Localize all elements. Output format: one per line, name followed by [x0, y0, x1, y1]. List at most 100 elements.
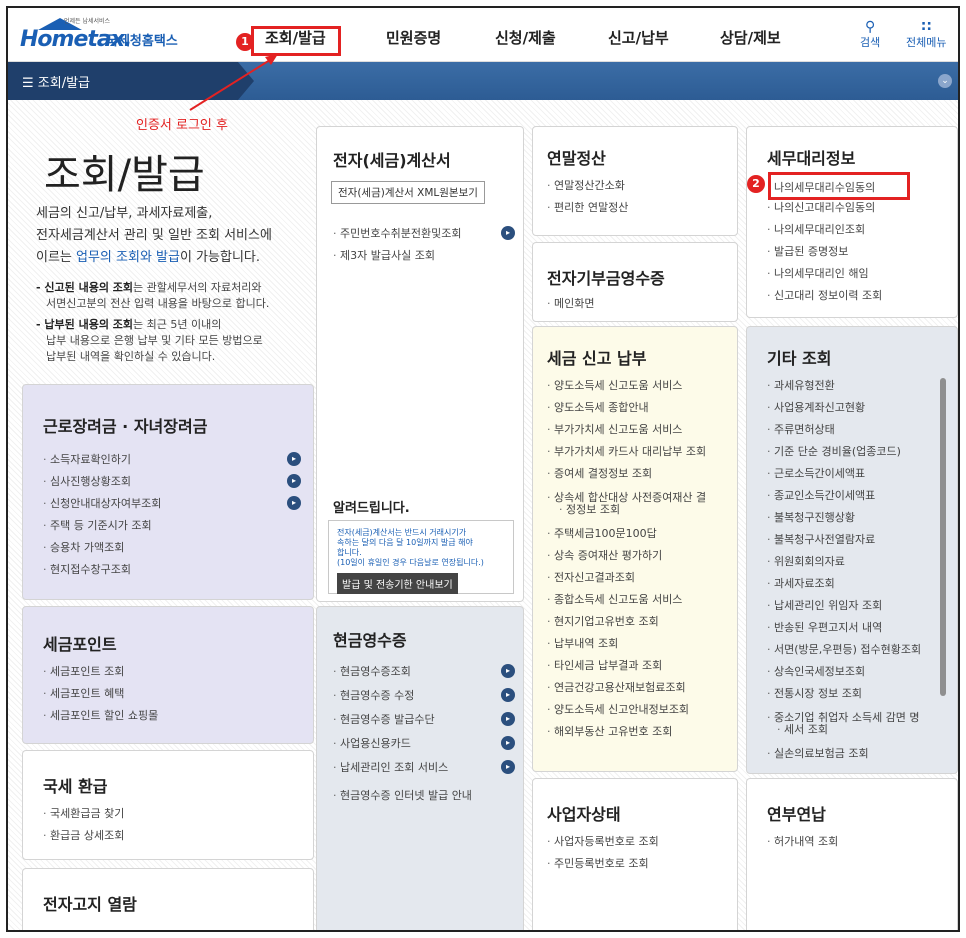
- list-item[interactable]: 납세관리인 위임자 조회: [767, 597, 882, 613]
- arrow-right-icon[interactable]: ▸: [287, 452, 301, 466]
- notice-box: 전자(세금)계산서는 반드시 거래시기가 속하는 달의 다음 달 10일까지 발…: [328, 520, 514, 594]
- card-title-installment: 연부연납: [767, 805, 826, 824]
- note-1-bold: - 신고된 내용의 조회: [36, 281, 134, 294]
- card-tax-report: 세금 신고 납부 양도소득세 신고도움 서비스 양도소득세 종합안내 부가가치세…: [532, 326, 738, 772]
- list-item[interactable]: 부가가치세 카드사 대리납부 조회: [547, 443, 706, 459]
- list-item[interactable]: 종교인소득간이세액표: [767, 487, 875, 503]
- notice-title: 알려드립니다.: [333, 501, 410, 516]
- list-item[interactable]: 환급금 상세조회: [43, 827, 124, 843]
- list-item[interactable]: 전통시장 정보 조회: [767, 685, 862, 701]
- list-item[interactable]: 신청안내대상자여부조회: [43, 495, 161, 511]
- list-item[interactable]: 실손의료보험금 조회: [767, 745, 869, 761]
- list-item[interactable]: 사업자등록번호로 조회: [547, 833, 659, 849]
- list-item[interactable]: 증여세 결정정보 조회: [547, 465, 652, 481]
- list-item[interactable]: 근로소득간이세액표: [767, 465, 865, 481]
- note-1-text: 는 관할세무서의 자료처리와: [133, 281, 262, 294]
- list-item[interactable]: 허가내역 조회: [767, 833, 838, 849]
- arrow-right-icon[interactable]: ▸: [501, 664, 515, 678]
- list-item[interactable]: 과세유형전환: [767, 377, 835, 393]
- list-item[interactable]: 사업용신용카드: [333, 735, 411, 751]
- list-item[interactable]: 주택세금100문100답: [547, 525, 657, 541]
- arrow-right-icon[interactable]: ▸: [501, 760, 515, 774]
- list-item[interactable]: 양도소득세 신고도움 서비스: [547, 377, 682, 393]
- list-item[interactable]: 발급된 증명정보: [767, 243, 848, 259]
- list-item[interactable]: 현금영수증 발급수단: [333, 711, 435, 727]
- hero-desc-3a: 이르는: [36, 250, 77, 265]
- list-item[interactable]: 연말정산간소화: [547, 177, 625, 193]
- arrow-right-icon[interactable]: ▸: [287, 496, 301, 510]
- list-item[interactable]: 납세관리인 조회 서비스: [333, 759, 448, 775]
- card-title-tax-agent: 세무대리정보: [767, 149, 856, 168]
- list-item[interactable]: 종합소득세 신고도움 서비스: [547, 591, 682, 607]
- list-item[interactable]: 주민등록번호로 조회: [547, 855, 649, 871]
- list-item[interactable]: 메인화면: [547, 295, 594, 311]
- list-item[interactable]: 기준 단순 경비율(업종코드): [767, 443, 901, 459]
- list-item[interactable]: 과세자료조회: [767, 575, 835, 591]
- list-item[interactable]: 세금포인트 할인 쇼핑몰: [43, 707, 158, 723]
- list-item[interactable]: 위원회회의자료: [767, 553, 845, 569]
- card-title-donation: 전자기부금영수증: [547, 269, 665, 288]
- list-item[interactable]: 현금영수증 인터넷 발급 안내: [333, 787, 472, 803]
- list-item[interactable]: 서면(방문,우편등) 접수현황조회: [767, 641, 921, 657]
- card-title-cash-receipt: 현금영수증: [333, 631, 407, 650]
- list-item[interactable]: 나의세무대리인 해임: [767, 265, 869, 281]
- arrow-right-icon[interactable]: ▸: [501, 736, 515, 750]
- deadline-guide-button[interactable]: 발급 및 전송기한 안내보기: [337, 573, 458, 594]
- list-item[interactable]: 나의신고대리수임동의: [767, 199, 875, 215]
- list-item[interactable]: 소득자료확인하기: [43, 451, 131, 467]
- list-item[interactable]: 타인세금 납부결과 조회: [547, 657, 662, 673]
- note-2-text: 는 최근 5년 이내의: [133, 318, 222, 331]
- list-item[interactable]: 현지기업고유번호 조회: [547, 613, 659, 629]
- scrollbar-thumb[interactable]: [940, 378, 946, 696]
- list-item[interactable]: 편리한 연말정산: [547, 199, 628, 215]
- list-item[interactable]: 양도소득세 신고안내정보조회: [547, 701, 689, 717]
- list-item[interactable]: 나의세무대리인조회: [767, 221, 865, 237]
- list-item[interactable]: 주류면허상태: [767, 421, 835, 437]
- list-item[interactable]: 국세환급금 찾기: [43, 805, 124, 821]
- list-item[interactable]: 해외부동산 고유번호 조회: [547, 723, 672, 739]
- list-item[interactable]: 주택 등 기준시가 조회: [43, 517, 152, 533]
- list-item[interactable]: 부가가치세 신고도움 서비스: [547, 421, 682, 437]
- hero-desc-3: 이르는 업무의 조회와 발급이 가능합니다.: [36, 246, 260, 265]
- list-item[interactable]: 사업용계좌신고현황: [767, 399, 865, 415]
- list-item[interactable]: 현지접수창구조회: [43, 561, 131, 577]
- arrow-right-icon[interactable]: ▸: [501, 226, 515, 240]
- arrow-right-icon[interactable]: ▸: [501, 688, 515, 702]
- card-title-work-incentive: 근로장려금 · 자녀장려금: [43, 417, 208, 436]
- list-item[interactable]: 세금포인트 조회: [43, 663, 124, 679]
- card-tax-agent: 세무대리정보 나의세무대리수임동의 나의신고대리수임동의 나의세무대리인조회 발…: [746, 126, 958, 318]
- arrow-right-icon[interactable]: ▸: [287, 474, 301, 488]
- card-e-notice[interactable]: 전자고지 열람: [22, 868, 314, 930]
- list-item[interactable]: 심사진행상황조회: [43, 473, 131, 489]
- note-2d: 납부된 내역을 확인하실 수 있습니다.: [46, 350, 216, 363]
- list-item[interactable]: 반송된 우편고지서 내역: [767, 619, 882, 635]
- list-item[interactable]: 양도소득세 종합안내: [547, 399, 649, 415]
- arrow-right-icon[interactable]: ▸: [501, 712, 515, 726]
- list-item[interactable]: 제3자 발급사실 조회: [333, 247, 435, 263]
- list-item[interactable]: 납부내역 조회: [547, 635, 618, 651]
- list-item-continued[interactable]: 정정보 조회: [559, 501, 620, 517]
- hero-highlight-link[interactable]: 업무의 조회와 발급: [76, 250, 180, 265]
- list-item[interactable]: 현금영수증 수정: [333, 687, 414, 703]
- list-item[interactable]: 전자신고결과조회: [547, 569, 635, 585]
- list-item[interactable]: 불복청구진행상황: [767, 509, 855, 525]
- list-item-continued[interactable]: 세서 조회: [777, 721, 828, 737]
- list-item[interactable]: 신고대리 정보이력 조회: [767, 287, 882, 303]
- note-1c: 서면신고분의 전산 입력 내용을 바탕으로 합니다.: [46, 297, 270, 310]
- hero-desc-2: 전자세금계산서 관리 및 일반 조회 서비스에: [36, 228, 272, 243]
- list-item[interactable]: 상속 증여재산 평가하기: [547, 547, 662, 563]
- highlight-box-2: [768, 172, 910, 200]
- card-business-status: 사업자상태 사업자등록번호로 조회 주민등록번호로 조회: [532, 778, 738, 930]
- list-item[interactable]: 상속인국세정보조회: [767, 663, 865, 679]
- list-item[interactable]: 주민번호수취분전환및조회: [333, 225, 461, 241]
- xml-original-button[interactable]: 전자(세금)계산서 XML원본보기: [331, 181, 485, 204]
- card-work-incentive: 근로장려금 · 자녀장려금 소득자료확인하기 ▸ 심사진행상황조회 ▸ 신청안내…: [22, 384, 314, 600]
- list-item[interactable]: 현금영수증조회: [333, 663, 411, 679]
- marker-2: 2: [747, 175, 765, 193]
- list-item[interactable]: 세금포인트 혜택: [43, 685, 124, 701]
- list-item[interactable]: 승용차 가액조회: [43, 539, 124, 555]
- note-2: - 납부된 내용의 조회는 최근 5년 이내의: [36, 316, 221, 332]
- list-item[interactable]: 연금건강고용산재보험료조회: [547, 679, 686, 695]
- card-donation: 전자기부금영수증 메인화면: [532, 242, 738, 322]
- list-item[interactable]: 불복청구사전열람자료: [767, 531, 875, 547]
